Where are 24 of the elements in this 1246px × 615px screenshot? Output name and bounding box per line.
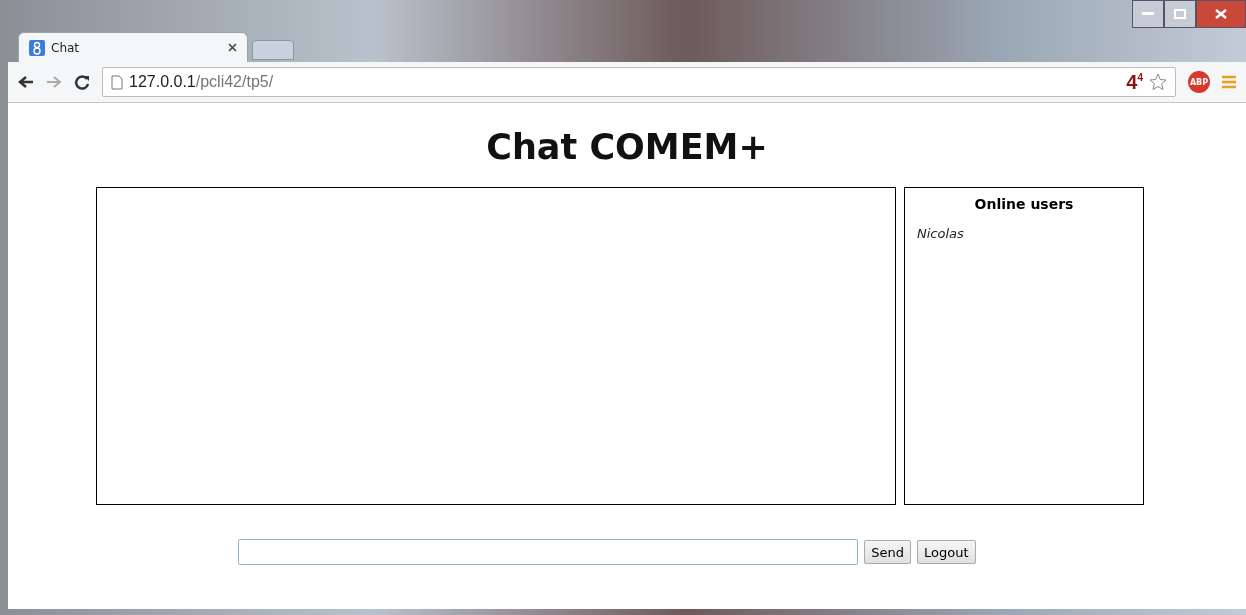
browser-tab[interactable]: Chat (18, 32, 248, 62)
back-icon[interactable] (18, 75, 34, 89)
extension-icon[interactable]: ABP (1188, 71, 1210, 93)
close-icon[interactable] (228, 43, 237, 52)
url-text: 127.0.0.1/pcli42/tp5/ (129, 73, 274, 91)
reload-icon[interactable] (74, 74, 90, 90)
extension-badge[interactable]: 4$^{4}$ (1126, 70, 1143, 94)
tab-title: Chat (51, 40, 81, 55)
message-input[interactable] (238, 539, 859, 565)
maximize-button[interactable] (1164, 0, 1196, 28)
logout-button[interactable]: Logout (917, 540, 976, 564)
star-icon[interactable] (1149, 73, 1167, 91)
address-bar[interactable]: 127.0.0.1/pcli42/tp5/ 4$^{4}$ (102, 67, 1176, 97)
minimize-button[interactable] (1132, 0, 1164, 28)
page-title: Chat COMEM+ (486, 127, 768, 167)
google-icon (29, 39, 45, 56)
page-icon (111, 74, 123, 90)
minimize-icon (1142, 12, 1154, 16)
user-name: Nicolas (917, 226, 965, 241)
close-button[interactable] (1196, 0, 1246, 28)
panel-heading: Online users (973, 196, 1075, 212)
send-button[interactable]: Send (864, 540, 912, 564)
close-icon (1215, 9, 1227, 19)
maximize-icon (1174, 9, 1186, 19)
